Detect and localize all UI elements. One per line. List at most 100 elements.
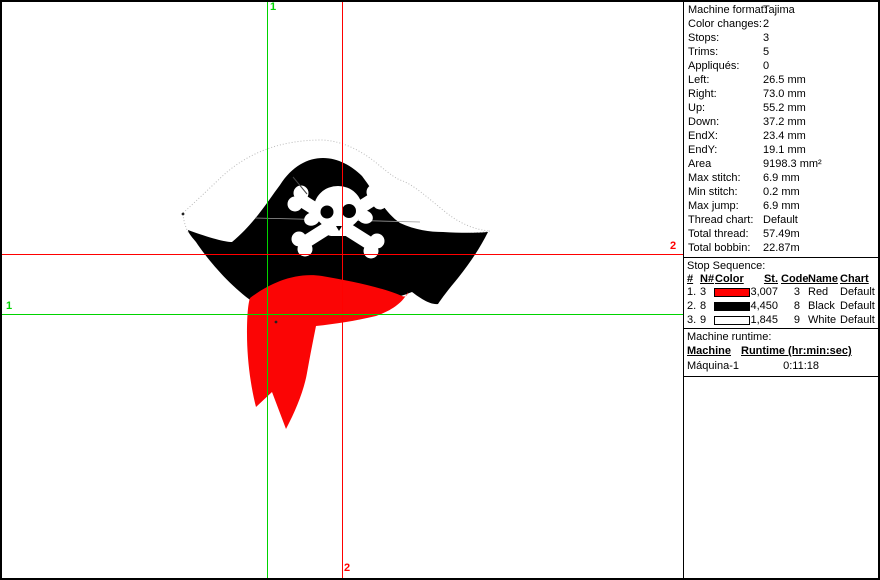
stat-value: 73.0 mm <box>763 87 806 101</box>
stat-label: Area <box>688 157 711 171</box>
stop-needle: 3 <box>700 286 706 299</box>
stop-chart: Default <box>840 314 875 327</box>
stat-label: Up: <box>688 101 705 115</box>
stat-value: 57.49m <box>763 227 800 241</box>
guide-label-2-right: 2 <box>670 241 676 252</box>
stop-stitch-count: 3,007 <box>740 286 778 299</box>
machine-runtime-value: 0:11:18 <box>741 359 819 374</box>
col-header-needle: N# <box>700 273 714 286</box>
stat-row: Trims: 5 <box>684 45 880 59</box>
design-info-panel: Machine format: Tajima Color changes: 2 … <box>683 0 880 580</box>
stat-row: Stops: 3 <box>684 31 880 45</box>
bandana-shape <box>247 275 408 429</box>
stat-row: Down: 37.2 mm <box>684 115 880 129</box>
stat-row: EndY: 19.1 mm <box>684 143 880 157</box>
col-header-chart: Chart <box>840 273 869 286</box>
stat-label: Left: <box>688 73 709 87</box>
stat-row: Right: 73.0 mm <box>684 87 880 101</box>
stat-label: Color changes: <box>688 17 762 31</box>
stat-row: Area 9198.3 mm² <box>684 157 880 171</box>
stat-row: EndX: 23.4 mm <box>684 129 880 143</box>
stop-color-name: White <box>808 314 836 327</box>
stat-row: Left: 26.5 mm <box>684 73 880 87</box>
machine-name: Máquina-1 <box>687 359 739 374</box>
stat-value: 55.2 mm <box>763 101 806 115</box>
skull-left-eye <box>321 206 334 219</box>
stat-value: Default <box>763 213 798 227</box>
stat-row: Thread chart: Default <box>684 213 880 227</box>
stop-code: 9 <box>781 314 800 327</box>
vertical-guide-1[interactable] <box>267 2 268 578</box>
stat-value: 3 <box>763 31 769 45</box>
stop-chart: Default <box>840 286 875 299</box>
stat-label: Thread chart: <box>688 213 753 227</box>
col-header-runtime: Runtime (hr:min:sec) <box>741 344 852 359</box>
stop-chart: Default <box>840 300 875 313</box>
needle-dot <box>182 213 185 216</box>
stat-value: Tajima <box>763 3 795 17</box>
stat-label: Stops: <box>688 31 719 45</box>
horizontal-guide-1[interactable] <box>2 314 683 315</box>
stop-needle: 8 <box>700 300 706 313</box>
stop-sequence-title: Stop Sequence: <box>684 259 880 273</box>
stop-code: 8 <box>781 300 800 313</box>
machine-runtime-title: Machine runtime: <box>684 330 880 344</box>
runtime-header-row: Machine Runtime (hr:min:sec) <box>684 344 880 359</box>
stat-row: Up: 55.2 mm <box>684 101 880 115</box>
stat-value: 6.9 mm <box>763 199 800 213</box>
needle-dot <box>275 321 278 324</box>
runtime-row[interactable]: Máquina-1 0:11:18 <box>684 359 880 374</box>
stat-label: Down: <box>688 115 719 129</box>
stat-label: Total bobbin: <box>688 241 750 255</box>
stop-num: 3. <box>687 314 696 327</box>
stat-value: 22.87m <box>763 241 800 255</box>
stat-row: Min stitch: 0.2 mm <box>684 185 880 199</box>
stop-sequence-header-row: # N# Color St. Code Name Chart <box>684 273 880 286</box>
stat-value: 23.4 mm <box>763 129 806 143</box>
stat-value: 2 <box>763 17 769 31</box>
col-header-code: Code <box>781 273 809 286</box>
stat-row: Color changes: 2 <box>684 17 880 31</box>
stop-stitch-count: 4,450 <box>740 300 778 313</box>
stop-sequence-row[interactable]: 1. 3 3,007 3 Red Default <box>684 286 880 300</box>
stat-value: 37.2 mm <box>763 115 806 129</box>
guide-label-1-top: 1 <box>270 2 276 13</box>
stat-label: Right: <box>688 87 717 101</box>
col-header-name: Name <box>808 273 838 286</box>
embroidery-app-window: 1 1 2 2 Machine format: Tajima Color cha… <box>0 0 880 580</box>
stat-row: Appliqués: 0 <box>684 59 880 73</box>
stat-label: EndX: <box>688 129 718 143</box>
skull-right-eye <box>342 204 356 218</box>
stat-value: 26.5 mm <box>763 73 806 87</box>
vertical-guide-2[interactable] <box>342 2 343 578</box>
stop-sequence-section: Stop Sequence: # N# Color St. Code Name … <box>684 257 880 328</box>
stat-value: 0 <box>763 59 769 73</box>
stat-row: Max jump: 6.9 mm <box>684 199 880 213</box>
stat-row: Total bobbin: 22.87m <box>684 241 880 255</box>
stat-row: Total thread: 57.49m <box>684 227 880 241</box>
stat-row: Max stitch: 6.9 mm <box>684 171 880 185</box>
runtime-rows: Máquina-1 0:11:18 <box>684 359 880 374</box>
stat-label: Total thread: <box>688 227 749 241</box>
stop-code: 3 <box>781 286 800 299</box>
stop-color-name: Black <box>808 300 835 313</box>
col-header-num: # <box>687 273 693 286</box>
stop-sequence-rows: 1. 3 3,007 3 Red Default 2. 8 4,450 <box>684 286 880 328</box>
stat-label: Machine format: <box>688 3 767 17</box>
stat-label: EndY: <box>688 143 717 157</box>
stat-value: 9198.3 mm² <box>763 157 822 171</box>
guide-label-1-left: 1 <box>6 301 12 312</box>
embroidery-design[interactable] <box>180 138 502 438</box>
horizontal-guide-2[interactable] <box>2 254 683 255</box>
stop-sequence-row[interactable]: 3. 9 1,845 9 White Default <box>684 314 880 328</box>
stat-label: Appliqués: <box>688 59 739 73</box>
stat-label: Max jump: <box>688 199 739 213</box>
machine-runtime-section: Machine runtime: Machine Runtime (hr:min… <box>684 328 880 377</box>
stat-row: Machine format: Tajima <box>684 3 880 17</box>
stop-num: 2. <box>687 300 696 313</box>
stat-value: 0.2 mm <box>763 185 800 199</box>
stat-label: Trims: <box>688 45 718 59</box>
stop-needle: 9 <box>700 314 706 327</box>
stop-sequence-row[interactable]: 2. 8 4,450 8 Black Default <box>684 300 880 314</box>
stop-stitch-count: 1,845 <box>740 314 778 327</box>
